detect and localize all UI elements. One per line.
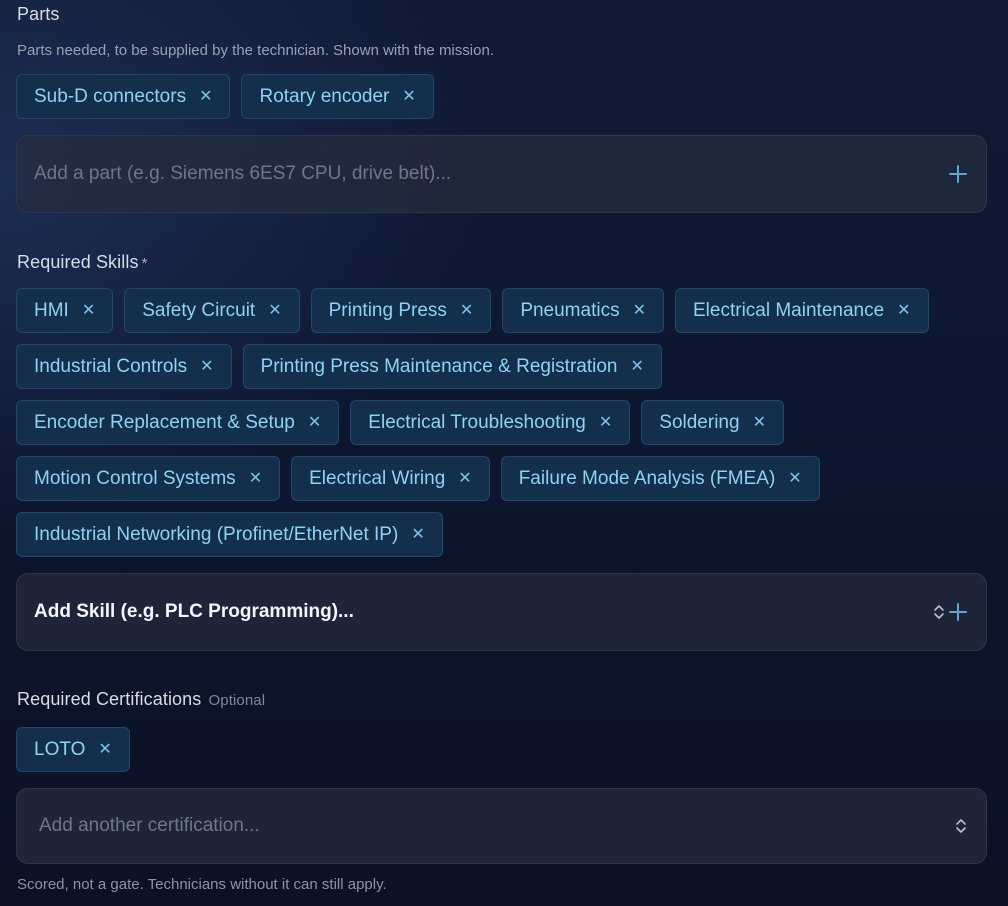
skill-chip-label: HMI bbox=[34, 299, 69, 321]
skill-chip: Soldering ✕ bbox=[641, 400, 784, 445]
job-requirements-form: Parts Parts needed, to be supplied by th… bbox=[0, 0, 1008, 906]
skill-chip-label: Electrical Maintenance bbox=[693, 299, 885, 321]
skill-chip: Electrical Maintenance ✕ bbox=[675, 288, 929, 333]
add-skill-select-label: Add Skill (e.g. PLC Programming)... bbox=[34, 601, 354, 622]
close-icon[interactable]: ✕ bbox=[82, 302, 95, 319]
close-icon[interactable]: ✕ bbox=[753, 414, 766, 431]
skills-section-title: Required Skills * bbox=[17, 252, 148, 273]
parts-hint: Parts needed, to be supplied by the tech… bbox=[17, 42, 494, 59]
skill-chip: Safety Circuit ✕ bbox=[124, 288, 300, 333]
part-chip: Sub-D connectors ✕ bbox=[16, 74, 231, 119]
close-icon[interactable]: ✕ bbox=[308, 414, 321, 431]
close-icon[interactable]: ✕ bbox=[98, 741, 111, 758]
plus-icon[interactable] bbox=[948, 602, 968, 622]
parts-section-title: Parts bbox=[17, 4, 60, 25]
skill-chip-label: Failure Mode Analysis (FMEA) bbox=[518, 467, 776, 489]
close-icon[interactable]: ✕ bbox=[460, 302, 473, 319]
optional-label: Optional bbox=[208, 692, 266, 709]
skill-chip-label: Electrical Troubleshooting bbox=[368, 411, 586, 433]
close-icon[interactable]: ✕ bbox=[411, 526, 424, 543]
skill-chip: HMI ✕ bbox=[16, 288, 114, 333]
skill-chip: Printing Press ✕ bbox=[310, 288, 492, 333]
parts-title-text: Parts bbox=[17, 4, 60, 24]
skill-chip-label: Industrial Controls bbox=[34, 355, 188, 377]
close-icon[interactable]: ✕ bbox=[199, 88, 212, 105]
certification-chip: LOTO ✕ bbox=[16, 727, 130, 772]
certifications-chip-list: LOTO ✕ bbox=[16, 727, 991, 772]
skill-chip: Motion Control Systems ✕ bbox=[16, 456, 281, 501]
add-skill-select[interactable]: Add Skill (e.g. PLC Programming)... bbox=[16, 573, 987, 651]
add-part-field bbox=[16, 135, 987, 213]
close-icon[interactable]: ✕ bbox=[402, 88, 415, 105]
required-marker: * bbox=[141, 255, 148, 272]
skills-title-text: Required Skills bbox=[17, 252, 139, 272]
close-icon[interactable]: ✕ bbox=[631, 358, 644, 375]
skill-chip-label: Soldering bbox=[659, 411, 740, 433]
skill-chip-label: Printing Press bbox=[328, 299, 447, 321]
skill-chip-label: Printing Press Maintenance & Registratio… bbox=[260, 355, 618, 377]
part-chip: Rotary encoder ✕ bbox=[241, 74, 434, 119]
close-icon[interactable]: ✕ bbox=[599, 414, 612, 431]
parts-chip-list: Sub-D connectors ✕ Rotary encoder ✕ bbox=[16, 74, 991, 119]
skill-chip-label: Safety Circuit bbox=[142, 299, 256, 321]
close-icon[interactable]: ✕ bbox=[897, 302, 910, 319]
skill-chip: Printing Press Maintenance & Registratio… bbox=[242, 344, 662, 389]
skill-chip: Pneumatics ✕ bbox=[502, 288, 664, 333]
close-icon[interactable]: ✕ bbox=[249, 470, 262, 487]
add-part-input[interactable] bbox=[34, 136, 948, 212]
chevron-up-down-icon[interactable] bbox=[932, 603, 946, 621]
certifications-title-text: Required Certifications bbox=[17, 689, 202, 709]
skill-chip-label: Electrical Wiring bbox=[309, 467, 446, 489]
skill-chip: Failure Mode Analysis (FMEA) ✕ bbox=[500, 456, 820, 501]
certification-chip-label: LOTO bbox=[34, 738, 86, 760]
skill-chip: Encoder Replacement & Setup ✕ bbox=[16, 400, 340, 445]
skill-chip: Electrical Wiring ✕ bbox=[291, 456, 490, 501]
part-chip-label: Rotary encoder bbox=[259, 85, 390, 107]
skill-chip: Electrical Troubleshooting ✕ bbox=[350, 400, 631, 445]
close-icon[interactable]: ✕ bbox=[268, 302, 281, 319]
chevron-up-down-icon[interactable] bbox=[954, 817, 968, 835]
skill-chip: Industrial Controls ✕ bbox=[16, 344, 232, 389]
skill-chip-label: Encoder Replacement & Setup bbox=[34, 411, 295, 433]
close-icon[interactable]: ✕ bbox=[200, 358, 213, 375]
certifications-note: Scored, not a gate. Technicians without … bbox=[17, 876, 387, 893]
add-certification-input[interactable] bbox=[39, 789, 954, 863]
close-icon[interactable]: ✕ bbox=[633, 302, 646, 319]
close-icon[interactable]: ✕ bbox=[788, 470, 801, 487]
skill-chip: Industrial Networking (Profinet/EtherNet… bbox=[16, 512, 443, 557]
add-certification-field bbox=[16, 788, 987, 864]
skill-chip-label: Motion Control Systems bbox=[34, 467, 236, 489]
skills-chip-list: HMI ✕ Safety Circuit ✕ Printing Press ✕ Pne… bbox=[16, 288, 991, 557]
plus-icon[interactable] bbox=[948, 164, 968, 184]
skill-chip-label: Industrial Networking (Profinet/EtherNet… bbox=[34, 523, 399, 545]
close-icon[interactable]: ✕ bbox=[458, 470, 471, 487]
part-chip-label: Sub-D connectors bbox=[34, 85, 187, 107]
skill-chip-label: Pneumatics bbox=[520, 299, 620, 321]
certifications-section-title: Required Certifications Optional bbox=[17, 689, 265, 710]
